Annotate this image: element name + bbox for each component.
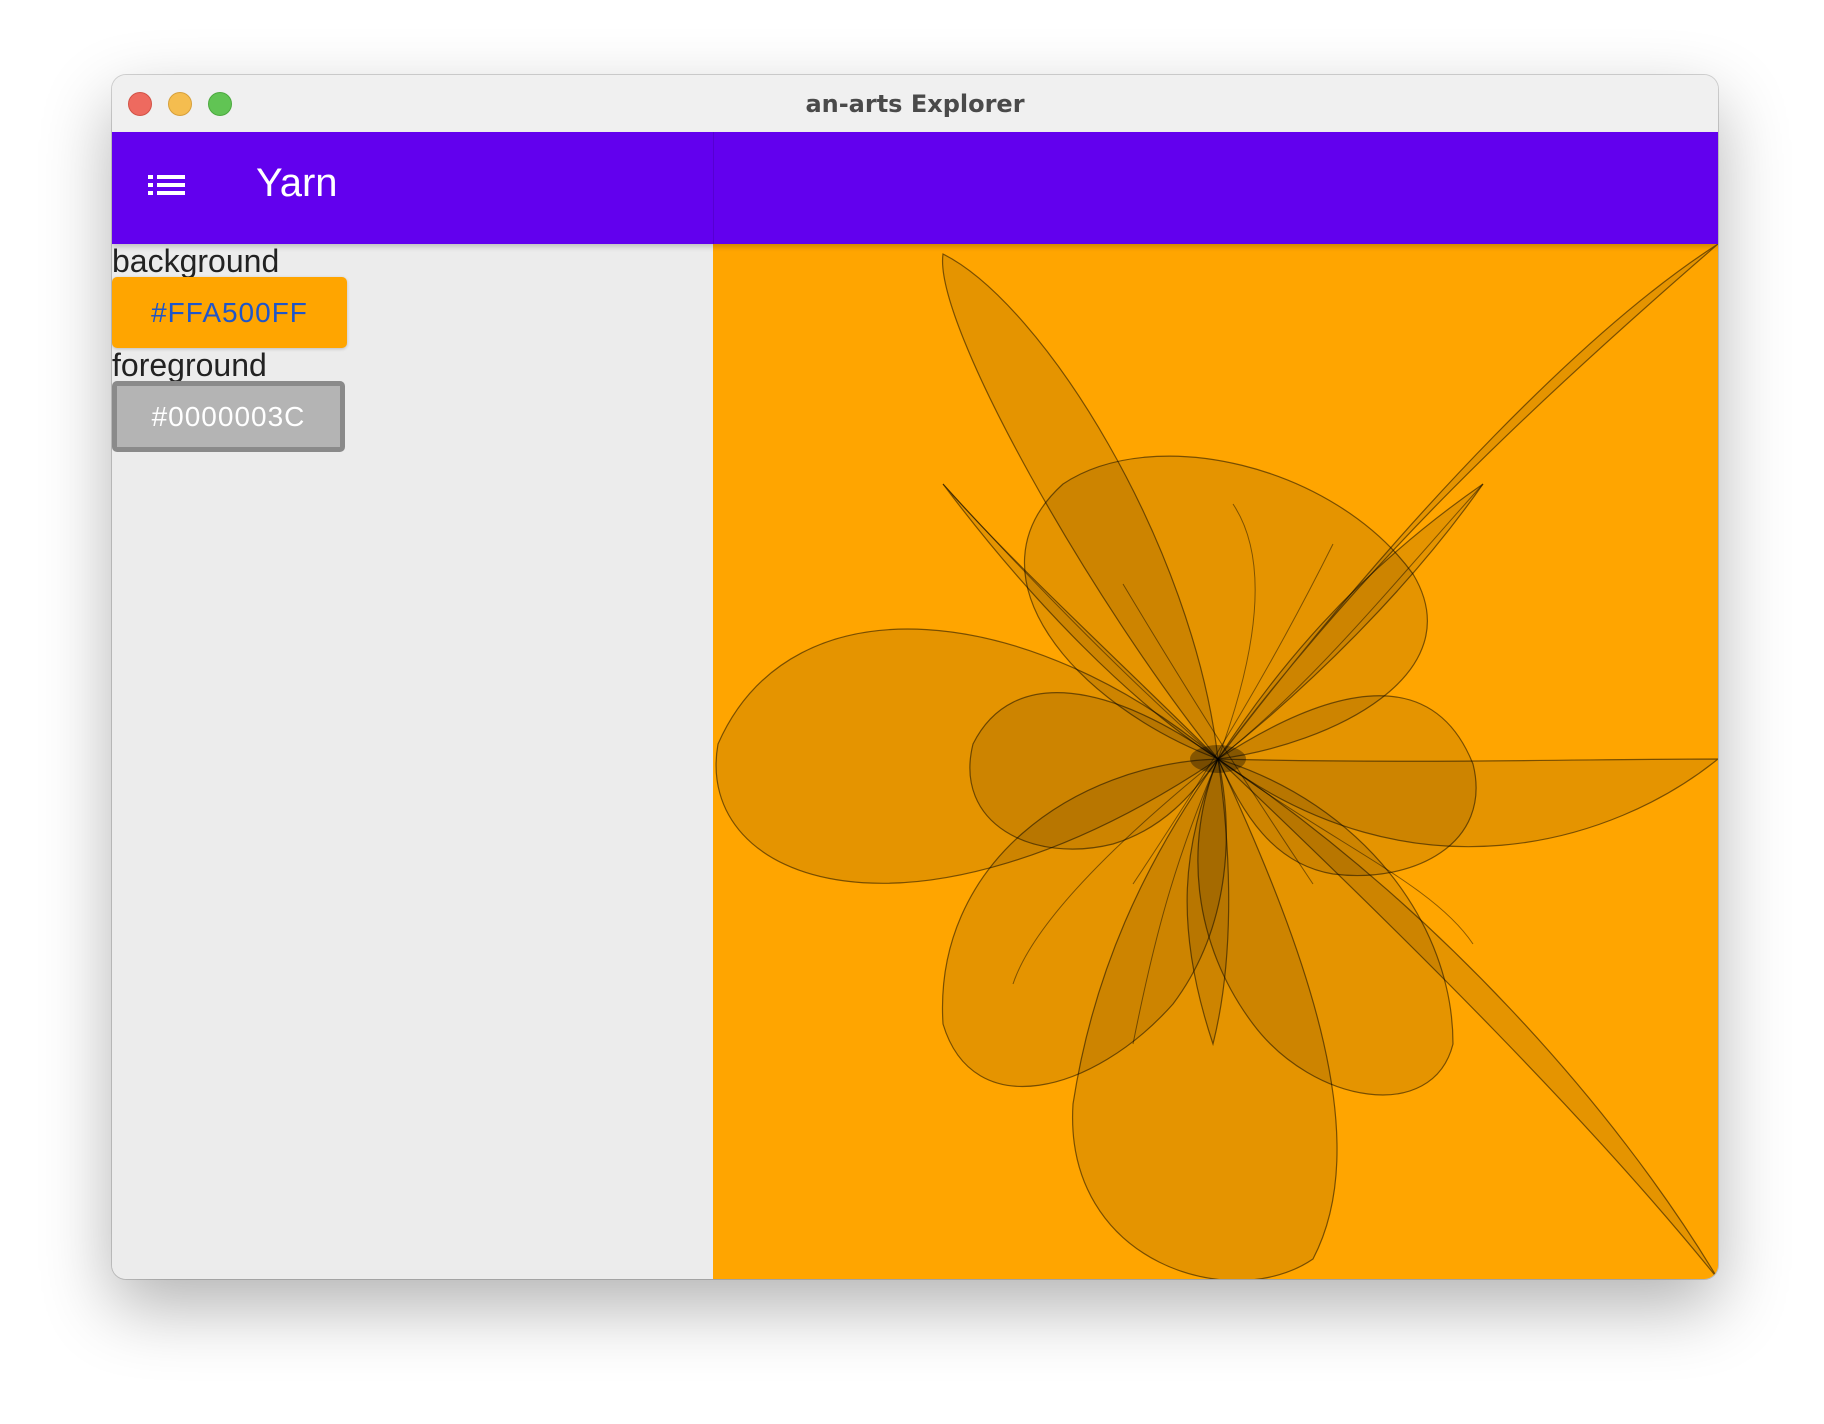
app-window: an-arts Explorer Yarn background #FFA500… (112, 75, 1718, 1279)
background-color-button[interactable]: #FFA500FF (112, 277, 347, 348)
background-label: background (112, 243, 280, 279)
list-icon[interactable] (148, 172, 188, 202)
page-title: Yarn (256, 161, 338, 205)
foreground-color-button[interactable]: #0000003C (112, 381, 345, 452)
appbar-divider (713, 132, 714, 244)
settings-panel: background #FFA500FF foreground #0000003… (112, 244, 713, 1279)
yarn-artwork (713, 244, 1718, 1279)
window-title: an-arts Explorer (805, 90, 1025, 118)
title-bar: an-arts Explorer (112, 75, 1718, 133)
art-canvas[interactable] (713, 244, 1718, 1279)
app-bar: Yarn (112, 132, 1718, 244)
foreground-label: foreground (112, 347, 267, 383)
